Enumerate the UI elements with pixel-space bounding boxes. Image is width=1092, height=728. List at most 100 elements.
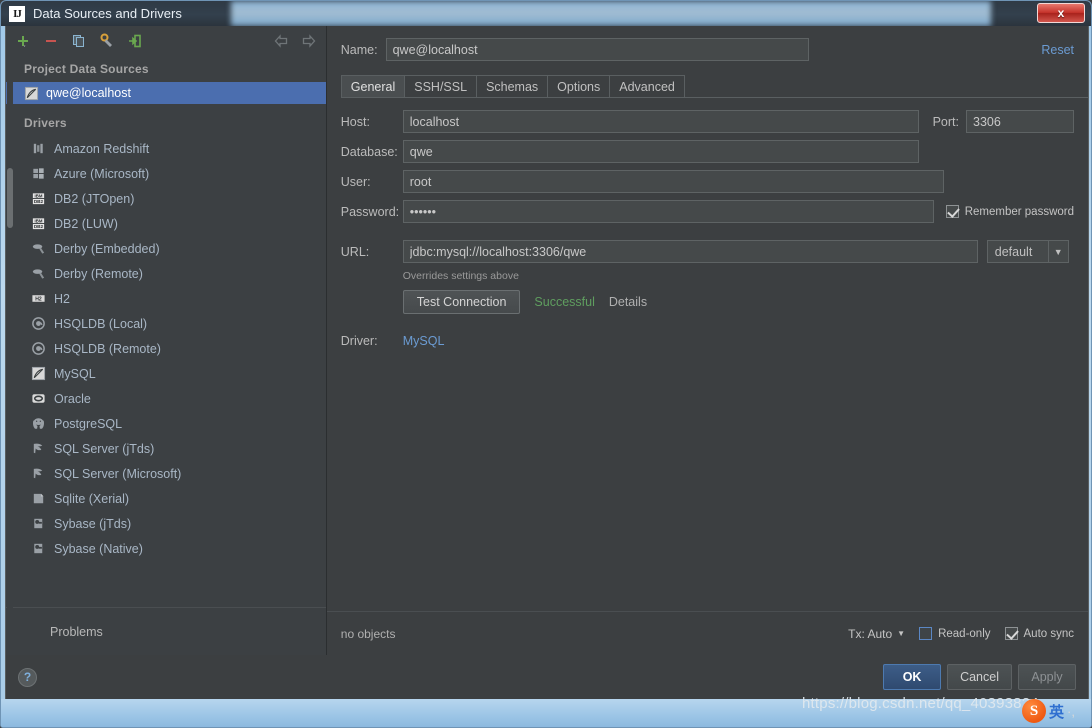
test-connection-button[interactable]: Test Connection	[402, 290, 521, 314]
wrench-icon[interactable]	[96, 30, 118, 52]
driver-item[interactable]: SQL Server (jTds)	[6, 436, 326, 461]
auto-sync-checkbox[interactable]: Auto sync	[1004, 627, 1075, 640]
driver-item[interactable]: IBM DB2 DB2 (LUW)	[6, 211, 326, 236]
read-only-checkbox-box[interactable]	[919, 627, 933, 640]
dialog-action-buttons: OK Cancel Apply	[883, 664, 1076, 690]
driver-item[interactable]: Sybase (Native)	[6, 536, 326, 561]
sidebar-scrollbar-thumb[interactable]	[7, 168, 13, 228]
driver-item-label: Oracle	[54, 391, 91, 406]
read-only-checkbox[interactable]: Read-only	[919, 627, 991, 640]
password-input[interactable]	[402, 200, 934, 223]
connection-details-link[interactable]: Details	[609, 295, 647, 309]
apply-button[interactable]: Apply	[1018, 664, 1076, 690]
driver-item[interactable]: IBM DB2 DB2 (JTOpen)	[6, 186, 326, 211]
drivers-header: Drivers	[24, 116, 67, 130]
tab-schemas[interactable]: Schemas	[476, 75, 549, 97]
left-sidebar: Project Data Sources qwe@localhost Drive…	[6, 26, 327, 660]
arrow-left-icon[interactable]	[270, 30, 292, 52]
status-bar-controls: Tx: Auto ▼ Read-only Auto sync	[848, 627, 1074, 641]
driver-item-label: MySQL	[54, 366, 96, 381]
arrow-right-icon[interactable]	[298, 30, 320, 52]
data-source-label: qwe@localhost	[46, 86, 131, 100]
tab-options[interactable]: Options	[547, 75, 611, 97]
remember-password-checkbox-box[interactable]	[945, 205, 959, 218]
remove-button[interactable]	[40, 30, 62, 52]
sqlserver-icon	[30, 441, 46, 457]
problems-section[interactable]: Problems	[6, 607, 326, 655]
remember-password-checkbox[interactable]: Remember password	[945, 205, 1074, 218]
cancel-button[interactable]: Cancel	[947, 664, 1012, 690]
user-label: User:	[340, 174, 371, 189]
reset-link[interactable]: Reset	[1041, 43, 1074, 57]
close-icon[interactable]: x	[1037, 3, 1085, 23]
driver-item[interactable]: HSQLDB (Local)	[6, 311, 326, 336]
driver-item[interactable]: Sybase (jTds)	[6, 511, 326, 536]
h2-icon: H2	[30, 291, 46, 307]
name-input[interactable]	[385, 38, 809, 61]
database-row: Database:	[341, 140, 1074, 163]
problems-label: Problems	[50, 624, 103, 639]
driver-row: Driver: MySQL	[341, 334, 1074, 348]
name-label: Name:	[340, 42, 378, 57]
driver-item[interactable]: SQL Server (Microsoft)	[6, 461, 326, 486]
svg-text:DB2: DB2	[33, 224, 43, 229]
sqlite-icon	[30, 491, 46, 507]
auto-sync-label: Auto sync	[1023, 627, 1075, 640]
data-source-item-qwe-localhost[interactable]: qwe@localhost	[6, 82, 326, 104]
url-preset-dropdown[interactable]: default ▼	[986, 240, 1069, 263]
derby-icon	[30, 241, 46, 257]
driver-item[interactable]: Derby (Remote)	[6, 261, 326, 286]
azure-icon	[30, 166, 46, 182]
help-icon[interactable]: ?	[18, 667, 37, 687]
driver-item-label: Sqlite (Xerial)	[54, 491, 130, 506]
dialog-footer: ? OK Cancel Apply	[6, 655, 1088, 699]
name-row: Name: Reset	[327, 26, 1088, 61]
url-input[interactable]	[402, 240, 978, 263]
driver-item[interactable]: MySQL	[6, 361, 326, 386]
driver-item[interactable]: Azure (Microsoft)	[6, 161, 326, 186]
remember-password-label: Remember password	[964, 205, 1074, 218]
database-input[interactable]	[402, 140, 919, 163]
driver-item-label: Derby (Remote)	[54, 266, 143, 281]
password-row: Password: Remember password	[341, 200, 1074, 223]
driver-item[interactable]: PostgreSQL	[6, 411, 326, 436]
dialog-main-area: Project Data Sources qwe@localhost Drive…	[6, 26, 1088, 660]
tab-general[interactable]: General	[340, 75, 406, 97]
password-label: Password:	[340, 204, 400, 219]
driver-item-label: Azure (Microsoft)	[54, 166, 150, 181]
svg-text:DB2: DB2	[33, 199, 43, 204]
ok-button[interactable]: OK	[883, 664, 942, 690]
port-input[interactable]	[966, 110, 1074, 133]
url-label: URL:	[340, 244, 370, 259]
add-button[interactable]	[12, 30, 34, 52]
sybase-icon	[30, 541, 46, 557]
driver-item[interactable]: Derby (Embedded)	[6, 236, 326, 261]
sybase-icon	[30, 516, 46, 532]
tab-ssh-ssl[interactable]: SSH/SSL	[404, 75, 478, 97]
objects-count-text: no objects	[340, 626, 396, 641]
driver-item[interactable]: HSQLDB (Remote)	[6, 336, 326, 361]
connection-status-text: Successful	[534, 295, 595, 309]
import-icon[interactable]	[124, 30, 146, 52]
driver-label: Driver:	[340, 334, 378, 348]
tab-advanced[interactable]: Advanced	[609, 75, 685, 97]
auto-sync-checkbox-box[interactable]	[1004, 627, 1018, 640]
tx-mode-dropdown[interactable]: Tx: Auto ▼	[848, 627, 905, 641]
sidebar-scrollbar[interactable]	[7, 56, 13, 660]
user-input[interactable]	[402, 170, 944, 193]
port-label: Port:	[932, 114, 959, 129]
driver-item[interactable]: Sqlite (Xerial)	[6, 486, 326, 511]
driver-item[interactable]: H2 H2	[6, 286, 326, 311]
chevron-down-icon[interactable]: ▼	[1047, 241, 1068, 262]
driver-item[interactable]: Amazon Redshift	[6, 136, 326, 161]
redshift-icon	[30, 141, 46, 157]
mysql-icon	[24, 86, 39, 101]
driver-item[interactable]: Oracle	[6, 386, 326, 411]
copy-button[interactable]	[68, 30, 90, 52]
sqlserver-icon	[30, 466, 46, 482]
host-input[interactable]	[402, 110, 919, 133]
database-label: Database:	[340, 144, 398, 159]
url-row: URL: default ▼	[341, 240, 1074, 263]
chevron-down-icon[interactable]: ▼	[897, 629, 905, 638]
driver-link[interactable]: MySQL	[403, 334, 445, 348]
